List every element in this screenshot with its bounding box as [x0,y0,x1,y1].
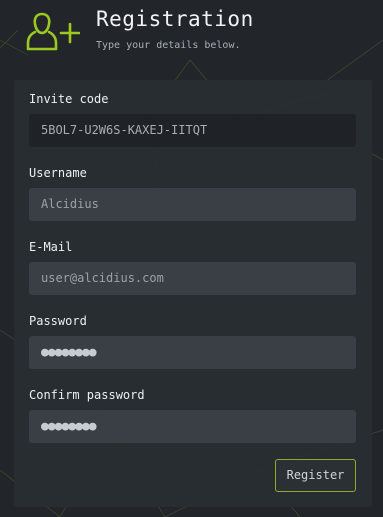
username-label: Username [29,166,87,180]
page-title: Registration [96,7,254,31]
username-input[interactable]: Alcidius [29,188,356,221]
page-header: Registration Type your details below. [0,0,383,70]
invite-code-label: Invite code [29,92,109,106]
page-subtitle: Type your details below. [96,40,241,51]
email-label: E-Mail [29,240,73,254]
confirm-password-input[interactable]: ●●●●●●●● [29,410,356,443]
add-user-icon [26,12,80,51]
register-button[interactable]: Register [275,459,356,492]
registration-form: Invite code 5BOL7-U2W6S-KAXEJ-IITQT User… [14,80,372,507]
email-input[interactable]: user@alcidius.com [29,262,356,295]
invite-code-input[interactable]: 5BOL7-U2W6S-KAXEJ-IITQT [29,114,356,147]
password-label: Password [29,314,87,328]
password-input[interactable]: ●●●●●●●● [29,336,356,369]
confirm-password-label: Confirm password [29,388,145,402]
